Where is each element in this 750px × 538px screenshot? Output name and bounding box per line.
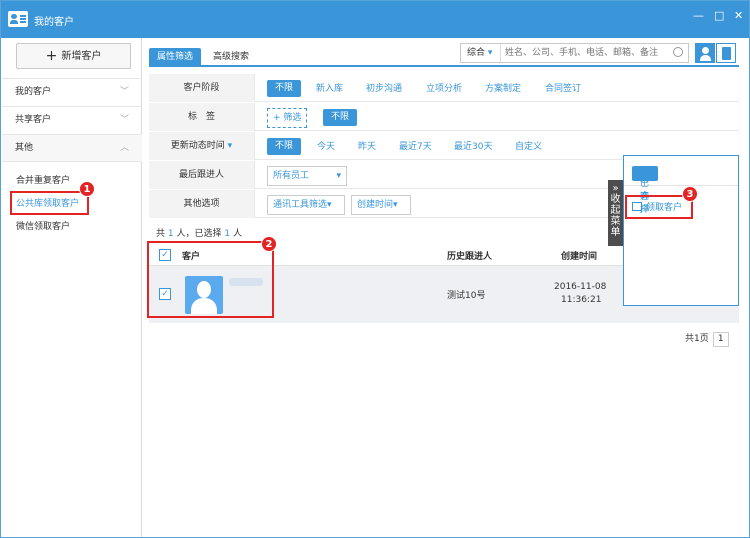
step-badge-3: 3 — [682, 186, 698, 202]
filter-label: 其他选项 — [149, 190, 255, 218]
contacts-icon — [8, 11, 28, 27]
search-scope-select[interactable]: 综合 ▾ — [461, 44, 501, 62]
update-option[interactable]: 不限 — [267, 138, 302, 155]
filter-label: 更新动态时间 ▾ — [149, 132, 255, 160]
search-input[interactable] — [505, 46, 665, 60]
sidebar-item-wechat-claim[interactable]: 微信领取客户 — [16, 219, 70, 232]
user-icon-body — [700, 55, 711, 61]
update-option[interactable]: 今天 — [317, 139, 335, 155]
selection-popup: 已选择 1 个客户 取消 领取客户 — [623, 155, 739, 306]
popup-header: 已选择 1 个客户 取消 — [624, 156, 738, 215]
column-header-follower: 历史跟进人 — [447, 252, 493, 262]
summary-pre: 共 — [156, 229, 166, 239]
collapse-char: 菜 — [610, 216, 621, 227]
stage-option[interactable]: 新入库 — [316, 81, 343, 97]
filter-row-tags: 标 签 + 筛选 不限 — [149, 103, 739, 131]
pagination: 共1页 1 — [685, 331, 729, 347]
selection-summary: 共 1 人，已选择 1 人 — [156, 226, 242, 239]
card-view-button[interactable] — [695, 43, 715, 63]
collapse-char: 单 — [610, 227, 621, 238]
page-count: 共1页 — [685, 334, 709, 344]
stage-option[interactable]: 方案制定 — [485, 81, 521, 97]
add-customer-button[interactable]: + 新增客户 — [16, 43, 131, 69]
filter-label-text: 更新动态时间 — [170, 141, 225, 151]
chevron-up-icon: ︿ — [119, 143, 129, 153]
highlight-box-1 — [10, 191, 89, 215]
close-button[interactable]: ✕ — [734, 10, 743, 22]
caret-down-icon: ▾ — [393, 200, 398, 210]
tag-unlimited-option[interactable]: 不限 — [323, 109, 358, 126]
search-icon[interactable] — [673, 47, 683, 57]
update-option[interactable]: 最近30天 — [454, 139, 492, 155]
list-icon — [722, 47, 731, 60]
summary-post: 人 — [233, 229, 243, 239]
collapse-char: 收 — [610, 194, 621, 205]
comm-tool-filter-label: 通讯工具筛选 — [273, 200, 328, 210]
collapse-char: 起 — [610, 205, 621, 216]
create-time-filter[interactable]: 创建时间▾ — [351, 195, 411, 215]
update-option[interactable]: 自定义 — [515, 139, 542, 155]
summary-mid: 人，已选择 — [176, 229, 222, 239]
stage-option[interactable]: 合同签订 — [545, 81, 581, 97]
create-time-filter-label: 创建时间 — [357, 200, 394, 210]
collapse-menu-tab[interactable]: » 收 起 菜 单 — [608, 180, 623, 246]
caret-down-icon: ▾ — [336, 171, 341, 181]
add-customer-label: 新增客户 — [61, 51, 102, 62]
stage-option[interactable]: 立项分析 — [426, 81, 462, 97]
caret-down-icon: ▾ — [487, 48, 493, 58]
row-created-date: 2016-11-08 — [554, 282, 607, 292]
filter-label: 客户阶段 — [149, 74, 255, 102]
sidebar-item-shared-customers[interactable]: 共享客户 ﹀ — [2, 106, 142, 134]
filter-label: 最后跟进人 — [149, 161, 255, 189]
user-icon — [702, 47, 709, 54]
step-badge-1: 1 — [79, 181, 95, 197]
summary-selected: 1 — [224, 229, 231, 239]
update-option[interactable]: 最近7天 — [399, 139, 432, 155]
filter-label: 标 签 — [149, 103, 255, 131]
tag-filter-button[interactable]: + 筛选 — [267, 108, 308, 128]
sidebar-item-label: 我的客户 — [15, 87, 52, 97]
chevron-down-icon: ﹀ — [119, 87, 129, 97]
follower-select[interactable]: 所有员工 ▾ — [267, 166, 347, 186]
sidebar-item-other[interactable]: 其他 ︿ — [2, 134, 142, 162]
highlight-box-2 — [147, 241, 274, 318]
window-title: 我的客户 — [34, 17, 74, 28]
step-badge-2: 2 — [261, 236, 277, 252]
summary-total: 1 — [167, 229, 174, 239]
sidebar-item-label: 其他 — [15, 143, 34, 153]
cancel-button[interactable]: 取消 — [632, 166, 659, 181]
stage-option[interactable]: 不限 — [267, 80, 302, 97]
filter-row-stage: 客户阶段 不限 新入库 初步沟通 立项分析 方案制定 合同签订 — [149, 74, 739, 102]
stage-option[interactable]: 初步沟通 — [366, 81, 402, 97]
chevron-down-icon: ﹀ — [119, 115, 129, 125]
tab-advanced-search[interactable]: 高级搜索 — [205, 48, 257, 66]
plus-icon: + — [45, 48, 58, 64]
minimize-button[interactable]: — — [693, 10, 704, 22]
title-bar: 我的客户 — □ ✕ — [1, 1, 749, 38]
page-button[interactable]: 1 — [712, 332, 729, 347]
search-box: 综合 ▾ — [460, 43, 689, 63]
maximize-button[interactable]: □ — [714, 10, 724, 22]
tab-underline — [149, 65, 739, 67]
caret-down-icon[interactable]: ▾ — [228, 141, 233, 151]
sidebar-item-merge-duplicates[interactable]: 合并重复客户 — [16, 173, 70, 186]
sidebar-item-label: 共享客户 — [15, 115, 52, 125]
app-window: 我的客户 — □ ✕ + 新增客户 我的客户 ﹀ 共享客户 ﹀ 其他 ︿ 合并重复… — [0, 0, 750, 538]
tab-attribute-filter[interactable]: 属性筛选 — [149, 48, 202, 66]
list-view-button[interactable] — [716, 43, 736, 63]
update-option[interactable]: 昨天 — [358, 139, 376, 155]
row-created-time: 11:36:21 — [561, 295, 602, 305]
search-scope-label: 综合 — [467, 48, 486, 58]
caret-down-icon: ▾ — [327, 200, 332, 210]
double-chevron-icon: » — [612, 183, 619, 194]
sidebar-item-my-customers[interactable]: 我的客户 ﹀ — [2, 78, 142, 106]
column-header-created: 创建时间 — [561, 252, 598, 262]
follower-select-value: 所有员工 — [273, 171, 310, 181]
comm-tool-filter[interactable]: 通讯工具筛选▾ — [267, 195, 345, 215]
sidebar: + 新增客户 我的客户 ﹀ 共享客户 ﹀ 其他 ︿ 合并重复客户 公共库领取客户 … — [2, 38, 142, 537]
row-follower: 测试10号 — [447, 291, 486, 301]
